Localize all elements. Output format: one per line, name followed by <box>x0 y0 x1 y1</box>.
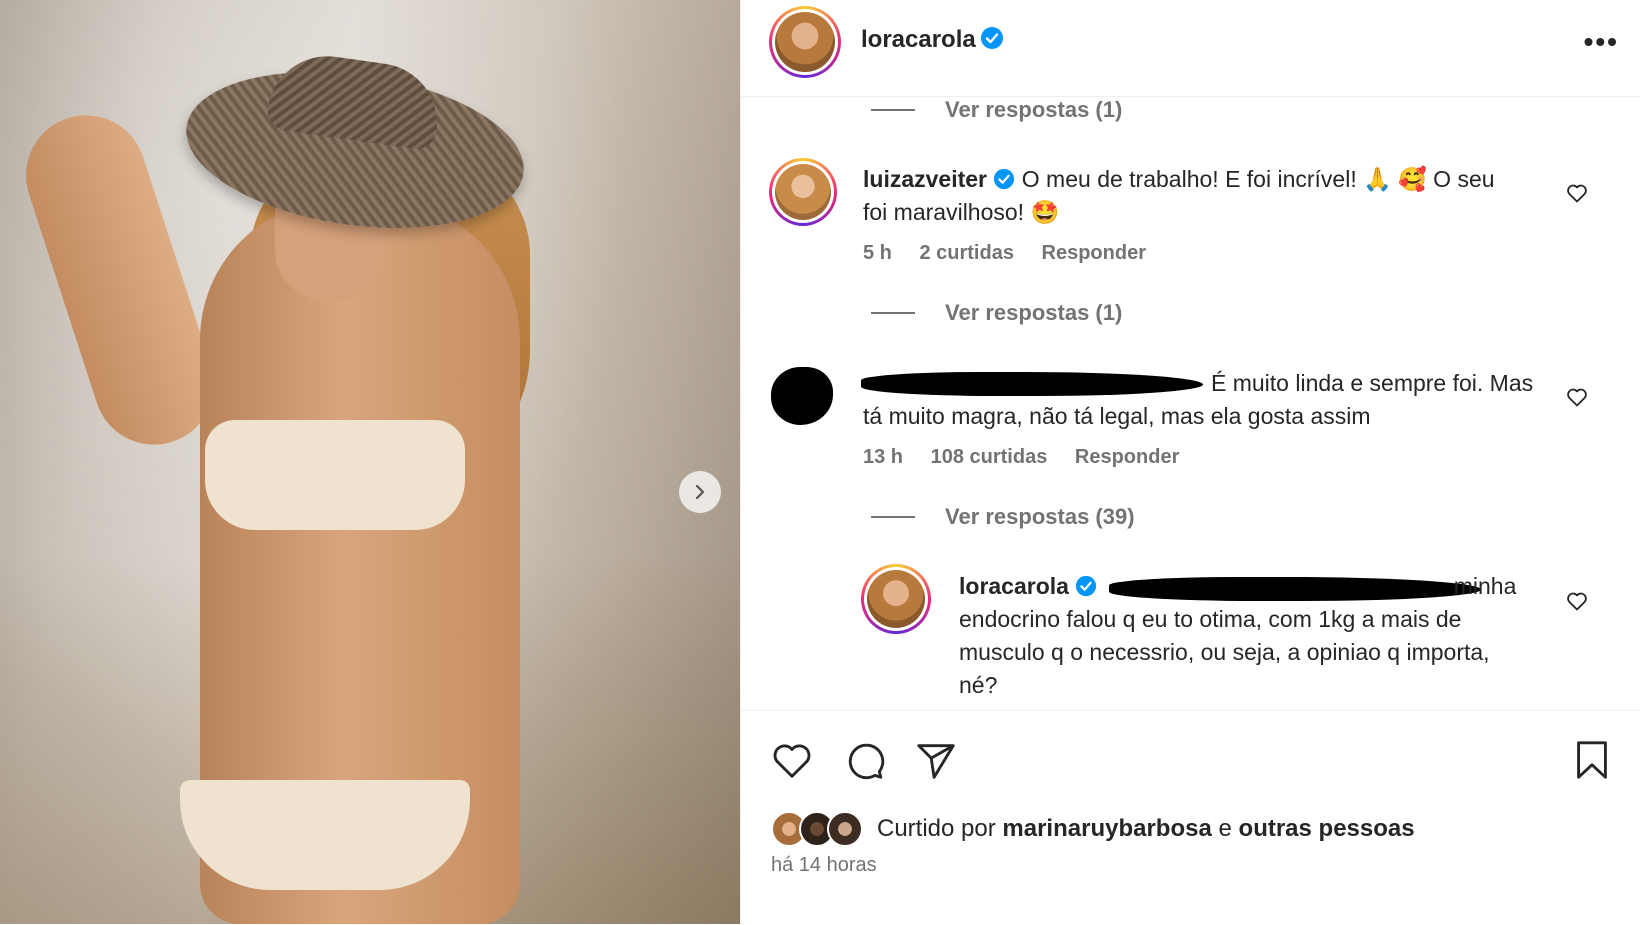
like-comment-icon[interactable] <box>1565 589 1589 613</box>
post-header: loracarola ••• <box>741 0 1640 97</box>
comments-list: Ver respostas (1) luizazveiter O meu de … <box>741 97 1640 709</box>
verified-icon <box>981 27 1004 49</box>
view-replies-link[interactable]: Ver respostas (39) <box>871 504 1135 530</box>
reply-text: loracarola minha endocrino falou q eu to… <box>959 573 1517 698</box>
comment-text: luizazveiter O meu de trabalho! E foi in… <box>863 166 1495 225</box>
replier-username[interactable]: loracarola <box>959 573 1069 599</box>
liked-by-user[interactable]: marinaruybarbosa <box>1002 815 1211 842</box>
author-avatar[interactable] <box>769 6 841 78</box>
reply-line <box>871 516 915 518</box>
redacted-avatar <box>771 367 833 425</box>
like-comment-icon[interactable] <box>1565 385 1589 409</box>
comment-time: 13 h <box>863 446 904 468</box>
replier-avatar[interactable] <box>861 564 931 634</box>
liker-avatar[interactable] <box>827 811 863 847</box>
bookmark-icon[interactable] <box>1569 737 1615 783</box>
comments-panel: loracarola ••• Ver respostas (1) luizazv… <box>740 0 1640 924</box>
comment-text: É muito linda e sempre foi. Mas tá muito… <box>863 370 1534 429</box>
photo-bikini-top <box>205 420 465 530</box>
view-replies-link[interactable]: Ver respostas (1) <box>871 300 1122 326</box>
reply-button[interactable]: Responder <box>1075 446 1179 468</box>
like-comment-icon[interactable] <box>1565 181 1589 205</box>
post-actions: Curtido por marinaruybarbosa e outras pe… <box>741 710 1640 925</box>
share-icon[interactable] <box>913 737 959 783</box>
comment-icon[interactable] <box>841 737 887 783</box>
commenter-username[interactable]: luizazveiter <box>863 166 987 192</box>
comment-likes[interactable]: 2 curtidas <box>919 242 1013 264</box>
verified-icon <box>1076 575 1097 597</box>
comment-meta: 13 h 108 curtidas Responder <box>863 446 1201 469</box>
more-options-icon[interactable]: ••• <box>1584 26 1619 58</box>
comment-meta: 5 h 2 curtidas Responder <box>863 242 1168 265</box>
comment-time: 5 h <box>863 242 892 264</box>
reply-line <box>871 109 915 111</box>
author-name-row: loracarola <box>861 26 1004 54</box>
heart-icon[interactable] <box>769 737 815 783</box>
post-time[interactable]: há 14 horas <box>771 854 877 877</box>
view-replies-link[interactable]: Ver respostas (1) <box>871 97 1122 123</box>
chevron-right-icon <box>695 484 705 500</box>
post-photo <box>0 0 740 924</box>
author-username[interactable]: loracarola <box>861 26 976 53</box>
comment-likes[interactable]: 108 curtidas <box>931 446 1048 468</box>
commenter-avatar[interactable] <box>769 158 837 226</box>
photo-bikini-bottom <box>180 780 470 890</box>
likes-text: Curtido por marinaruybarbosa e outras pe… <box>877 815 1415 842</box>
likes-summary: Curtido por marinaruybarbosa e outras pe… <box>771 811 1415 847</box>
reply-line <box>871 312 915 314</box>
verified-icon <box>994 168 1015 190</box>
reply-button[interactable]: Responder <box>1042 242 1146 264</box>
liked-by-others[interactable]: outras pessoas <box>1239 815 1415 842</box>
next-photo-button[interactable] <box>679 471 721 513</box>
